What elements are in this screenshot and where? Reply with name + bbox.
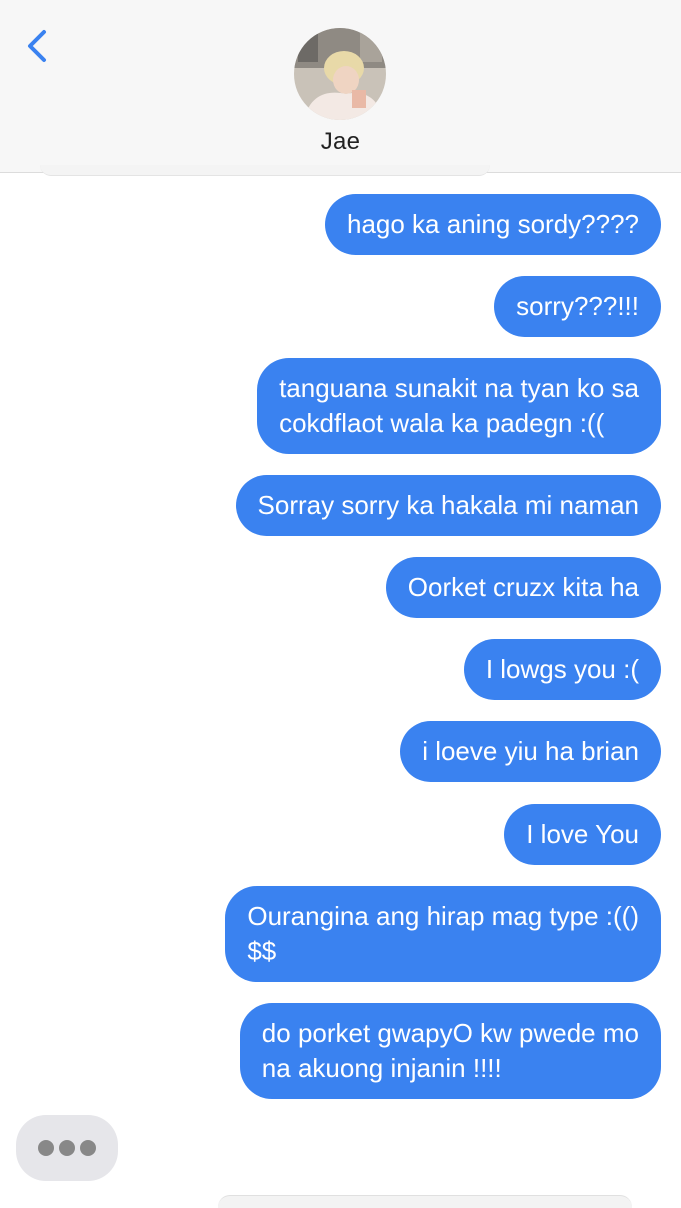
- message-text-line: Ourangina ang hirap mag type :((): [247, 901, 639, 931]
- message-text-line: do porket gwapyO kw pwede mo: [261, 1018, 639, 1048]
- typing-indicator: [16, 1115, 118, 1181]
- sent-message-bubble[interactable]: I love You: [504, 804, 661, 865]
- typing-dot: [59, 1140, 75, 1156]
- message-text: I lowgs you :(: [485, 654, 639, 684]
- message-text-line: cokdflaot wala ka padegn :((: [279, 408, 605, 438]
- typing-dot: [80, 1140, 96, 1156]
- chevron-left-icon: [28, 30, 46, 62]
- message-text-line: $$: [247, 936, 277, 966]
- sent-message-bubble[interactable]: Oorket cruzx kita ha: [385, 557, 661, 618]
- message-text: Sorray sorry ka hakala mi naman: [257, 490, 639, 520]
- typing-dot: [38, 1140, 54, 1156]
- avatar-photo: [294, 28, 386, 120]
- message-text: hago ka aning sordy????: [346, 209, 639, 239]
- message-text: i loeve yiu ha brian: [422, 736, 639, 766]
- sent-message-bubble[interactable]: tanguana sunakit na tyan ko sa cokdflaot…: [257, 358, 661, 454]
- sent-message-bubble[interactable]: i loeve yiu ha brian: [400, 721, 661, 782]
- previous-message-edge: [40, 165, 490, 176]
- sent-message-bubble[interactable]: hago ka aning sordy????: [324, 194, 661, 255]
- message-text: sorry???!!!: [516, 291, 639, 321]
- sent-message-bubble[interactable]: Sorray sorry ka hakala mi naman: [235, 475, 661, 536]
- sent-message-bubble[interactable]: Ourangina ang hirap mag type :(() $$: [225, 886, 661, 982]
- sent-message-bubble[interactable]: sorry???!!!: [494, 276, 661, 337]
- conversation-header: Jae: [0, 0, 681, 173]
- message-text-line: tanguana sunakit na tyan ko sa: [279, 373, 639, 403]
- back-button[interactable]: [16, 26, 60, 70]
- message-text-line: na akuong injanin !!!!: [261, 1053, 502, 1083]
- message-text: Oorket cruzx kita ha: [407, 572, 639, 602]
- sent-message-bubble[interactable]: do porket gwapyO kw pwede mo na akuong i…: [239, 1003, 661, 1099]
- contact-name[interactable]: Jae: [0, 128, 681, 156]
- sent-message-bubble[interactable]: I lowgs you :(: [463, 639, 661, 700]
- message-text: I love You: [526, 819, 639, 849]
- input-bar-edge: [218, 1195, 632, 1208]
- contact-avatar[interactable]: [294, 28, 386, 120]
